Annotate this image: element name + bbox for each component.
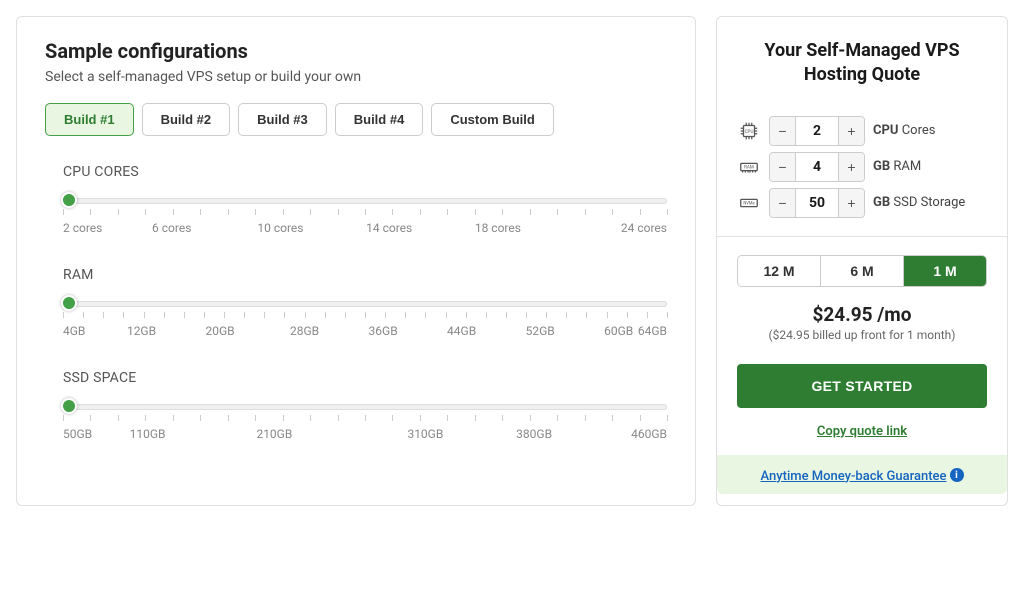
build-tab-4[interactable]: Custom Build <box>431 103 554 136</box>
cpu-spec-row: CPU − 2 + CPU Cores <box>737 116 987 146</box>
build-tab-3[interactable]: Build #4 <box>335 103 424 136</box>
svg-text:NVMe: NVMe <box>743 201 755 206</box>
cpu-spec-label: CPU Cores <box>873 123 935 138</box>
cpu-slider-section: CPU CORES 2 cores6 cores10 cores14 cores… <box>63 164 667 241</box>
get-started-button[interactable]: GET STARTED <box>737 364 987 408</box>
ssd-ticks <box>63 415 667 423</box>
svg-text:RAM: RAM <box>744 164 754 170</box>
ssd-icon: NVMe <box>737 191 761 215</box>
config-panel: Sample configurations Select a self-mana… <box>16 16 696 506</box>
build-tabs: Build #1Build #2Build #3Build #4Custom B… <box>45 103 667 136</box>
ram-labels: 4GB12GB20GB28GB36GB44GB52GB60GB64GB <box>63 324 667 344</box>
guarantee-link[interactable]: Anytime Money-back Guarantee <box>761 469 947 484</box>
cpu-slider-track[interactable] <box>63 198 667 204</box>
ram-spec-label: GB RAM <box>873 159 921 174</box>
cpu-slider-thumb[interactable] <box>61 192 77 208</box>
ssd-slider-track[interactable] <box>63 404 667 410</box>
ram-slider-section: RAM 4GB12GB20GB28GB36GB44GB52GB60GB64GB <box>63 267 667 344</box>
cpu-icon: CPU <box>737 119 761 143</box>
term-toggle: 12 M6 M1 M <box>737 255 987 287</box>
build-tab-0[interactable]: Build #1 <box>45 103 134 136</box>
ram-slider-thumb[interactable] <box>61 295 77 311</box>
ssd-labels: 50GB110GB210GB310GB380GB460GB <box>63 427 667 447</box>
config-title: Sample configurations <box>45 39 667 63</box>
cpu-ticks <box>63 209 667 217</box>
quote-title: Your Self-Managed VPS Hosting Quote <box>745 39 979 88</box>
svg-text:CPU: CPU <box>745 128 754 134</box>
term-button-12M[interactable]: 12 M <box>738 256 821 286</box>
build-tab-1[interactable]: Build #2 <box>142 103 231 136</box>
config-subtitle: Select a self-managed VPS setup or build… <box>45 69 667 85</box>
ram-plus-button[interactable]: + <box>838 153 864 181</box>
ssd-slider-label: SSD SPACE <box>63 370 667 386</box>
ram-value: 4 <box>796 153 838 181</box>
guarantee-bar: Anytime Money-back Guaranteei <box>717 455 1007 494</box>
cpu-labels: 2 cores6 cores10 cores14 cores18 cores24… <box>63 221 667 241</box>
ssd-stepper: − 50 + <box>769 188 865 218</box>
ram-spec-row: RAM − 4 + GB RAM <box>737 152 987 182</box>
cpu-value: 2 <box>796 117 838 145</box>
ram-icon: RAM <box>737 155 761 179</box>
ssd-slider-thumb[interactable] <box>61 398 77 414</box>
ssd-slider-section: SSD SPACE 50GB110GB210GB310GB380GB460GB <box>63 370 667 447</box>
ssd-plus-button[interactable]: + <box>838 189 864 217</box>
ssd-value: 50 <box>796 189 838 217</box>
ram-slider-track[interactable] <box>63 301 667 307</box>
price: $24.95 /mo <box>737 303 987 326</box>
ram-ticks <box>63 312 667 320</box>
cpu-plus-button[interactable]: + <box>838 117 864 145</box>
term-button-6M[interactable]: 6 M <box>821 256 904 286</box>
cpu-minus-button[interactable]: − <box>770 117 796 145</box>
term-button-1M[interactable]: 1 M <box>904 256 986 286</box>
ram-stepper: − 4 + <box>769 152 865 182</box>
build-tab-2[interactable]: Build #3 <box>238 103 327 136</box>
ssd-minus-button[interactable]: − <box>770 189 796 217</box>
billed-text: ($24.95 billed up front for 1 month) <box>737 328 987 342</box>
ram-slider-label: RAM <box>63 267 667 283</box>
ssd-spec-row: NVMe − 50 + GB SSD Storage <box>737 188 987 218</box>
copy-quote-link[interactable]: Copy quote link <box>817 424 907 439</box>
cpu-slider-label: CPU CORES <box>63 164 667 180</box>
cpu-stepper: − 2 + <box>769 116 865 146</box>
info-icon[interactable]: i <box>950 468 964 482</box>
ssd-spec-label: GB SSD Storage <box>873 195 965 210</box>
ram-minus-button[interactable]: − <box>770 153 796 181</box>
quote-panel: Your Self-Managed VPS Hosting Quote CPU … <box>716 16 1008 506</box>
